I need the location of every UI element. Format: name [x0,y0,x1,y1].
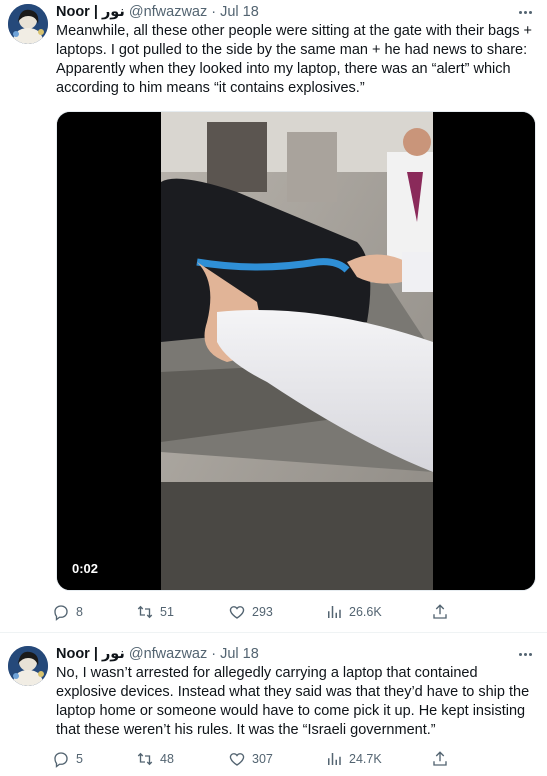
like-count: 293 [252,605,273,619]
display-name[interactable]: Noor | نور [56,646,125,662]
retweet-button[interactable]: 51 [136,601,174,623]
reply-count: 5 [76,752,83,766]
share-icon [433,604,447,619]
timestamp[interactable]: Jul 18 [220,4,259,20]
video-player[interactable]: 0:02 [56,111,536,591]
separator: · [211,4,217,20]
like-button[interactable]: 293 [228,601,273,623]
retweet-icon [137,605,153,619]
like-button[interactable]: 307 [228,748,273,770]
retweet-icon [137,752,153,766]
tweet-text-line: explosive devices. Instead what they sai… [56,684,530,700]
reply-icon [54,752,68,768]
tweet-text: Meanwhile, all these other people were s… [56,22,536,98]
views-count: 26.6K [349,605,382,619]
user-handle[interactable]: @nfwazwaz [129,4,207,20]
more-icon[interactable] [515,4,535,20]
retweet-button[interactable]: 48 [136,748,174,770]
divider [0,632,547,633]
tweet-text-line: Apparently when they looked into my lapt… [56,61,511,77]
tweet-text-line: laptops. I got pulled to the side by the… [56,42,528,58]
heart-icon [229,606,245,619]
separator: · [211,646,217,662]
share-button[interactable] [431,748,455,770]
tweet-2[interactable]: Noor | نور @nfwazwaz · Jul 18 No, I wasn… [0,634,547,776]
avatar-image [8,4,48,44]
avatar[interactable] [8,4,48,44]
analytics-icon [328,606,341,618]
reply-count: 8 [76,605,83,619]
tweet-text-line: Meanwhile, all these other people were s… [56,23,532,39]
tweet-text: No, I wasn’t arrested for allegedly carr… [56,664,536,740]
video-frame [57,112,535,590]
video-duration: 0:02 [67,559,104,578]
retweet-count: 48 [160,752,174,766]
user-handle[interactable]: @nfwazwaz [129,646,207,662]
reply-button[interactable]: 8 [52,601,83,623]
avatar-image [8,646,48,686]
tweet-1[interactable]: Noor | نور @nfwazwaz · Jul 18 Meanwhile,… [0,0,547,631]
tweet-text-line: laptop home or someone would have to com… [56,703,526,719]
avatar[interactable] [8,646,48,686]
heart-icon [229,753,245,766]
reply-icon [54,605,68,621]
timestamp[interactable]: Jul 18 [220,646,259,662]
action-bar: 5 48 307 24.7K [52,748,462,770]
tweet-text-line: that these weren’t his rules. It was the… [56,722,436,738]
views-button[interactable]: 26.6K [325,601,382,623]
share-icon [433,751,447,766]
retweet-count: 51 [160,605,174,619]
tweet-header: Noor | نور @nfwazwaz · Jul 18 [56,644,259,664]
display-name[interactable]: Noor | نور [56,4,125,20]
more-icon[interactable] [515,646,535,662]
views-button[interactable]: 24.7K [325,748,382,770]
reply-button[interactable]: 5 [52,748,83,770]
views-count: 24.7K [349,752,382,766]
tweet-text-line: No, I wasn’t arrested for allegedly carr… [56,665,478,681]
like-count: 307 [252,752,273,766]
tweet-text-line: according to him means “it contains expl… [56,80,365,96]
tweet-header: Noor | نور @nfwazwaz · Jul 18 [56,2,259,22]
share-button[interactable] [431,601,455,623]
analytics-icon [328,753,341,765]
action-bar: 8 51 293 26.6K [52,601,462,623]
